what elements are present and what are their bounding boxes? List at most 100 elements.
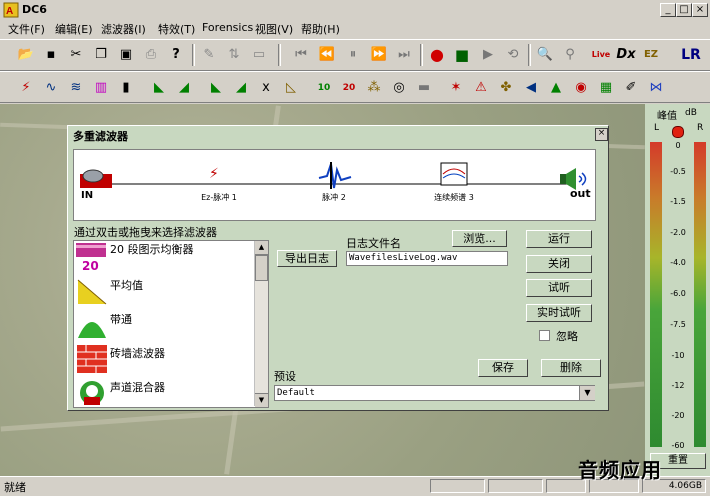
save-button[interactable]: 保存 — [478, 359, 528, 377]
preset-label: 预设 — [274, 370, 296, 383]
preview-button[interactable]: 试听 — [526, 279, 592, 297]
peak-meter-panel: 峰值 dB L R 0 -0.5 -1.5 -2.0 -4.0 -6.0 -7.… — [645, 104, 710, 476]
list-item-label: 砖墙滤波器 — [110, 347, 165, 360]
scroll-down-icon[interactable]: ▼ — [255, 393, 268, 407]
menu-edit[interactable]: 编辑(E) — [55, 21, 93, 37]
record-icon[interactable]: ● — [426, 44, 448, 66]
eq10-label: 10 — [317, 83, 331, 93]
filter20-icon[interactable]: ◀ — [520, 77, 542, 99]
minimize-button[interactable]: _ — [660, 3, 676, 17]
menu-file[interactable]: 文件(F) — [8, 21, 45, 37]
delete-button[interactable]: 删除 — [541, 359, 601, 377]
menu-help[interactable]: 帮助(H) — [301, 21, 340, 37]
filter2-icon[interactable]: ∿ — [40, 77, 62, 99]
preset-select[interactable]: Default ▼ — [274, 385, 595, 401]
multi-filter-dialog: 多重滤波器 × IN ⚡ Ez-脉冲 1 脉冲 2 连续频谱 3 out 通过双… — [67, 125, 609, 411]
close-window-button[interactable]: × — [692, 3, 708, 17]
filter15-icon[interactable]: ◎ — [388, 77, 410, 99]
screen-icon[interactable]: ▭ — [248, 44, 270, 66]
list-item[interactable]: 20 20 段图示均衡器 — [74, 241, 254, 275]
filter5-icon[interactable]: ▮ — [115, 77, 137, 99]
channel-mixer-icon — [80, 381, 104, 405]
zoom-tools-icon[interactable]: ⚲ — [559, 44, 581, 66]
dx-icon[interactable]: Dx — [615, 44, 637, 66]
filter3-icon[interactable]: ≋ — [65, 77, 87, 99]
forward-icon[interactable]: ⏩ — [368, 44, 390, 66]
output-node[interactable]: out — [558, 168, 592, 204]
open-icon[interactable]: 📂 — [15, 44, 37, 66]
menu-view[interactable]: 视图(V) — [255, 21, 293, 37]
play-icon[interactable]: ▶ — [477, 44, 499, 66]
filter25-icon[interactable]: ⋈ — [645, 77, 667, 99]
ignore-checkbox[interactable] — [539, 330, 550, 341]
eq20-icon[interactable]: 20 — [338, 77, 360, 99]
filter24-icon[interactable]: ✐ — [620, 77, 642, 99]
menu-filters[interactable]: 滤波器(I) — [101, 21, 146, 37]
filter23-icon[interactable]: ▦ — [595, 77, 617, 99]
eq10-icon[interactable]: 10 — [313, 77, 335, 99]
chain-filter-2[interactable]: 脉冲 2 — [309, 160, 359, 206]
spectrum-filter-icon — [440, 162, 468, 186]
filter18-icon[interactable]: ⚠ — [470, 77, 492, 99]
copy-icon[interactable]: ❐ — [90, 44, 112, 66]
chain-filter-1[interactable]: ⚡ Ez-脉冲 1 — [189, 166, 249, 206]
export-log-button[interactable]: 导出日志 — [277, 250, 337, 267]
menu-forensics[interactable]: Forensics — [202, 21, 253, 34]
ez-icon[interactable]: EZ — [640, 44, 662, 66]
rewind-icon[interactable]: ⏪ — [316, 44, 338, 66]
zoom-icon[interactable]: 🔍 — [534, 44, 556, 66]
input-node[interactable]: IN — [79, 168, 113, 201]
log-filename-field[interactable]: WavefilesLiveLog.wav — [346, 251, 508, 266]
list-item[interactable]: 声道混合器 — [74, 377, 254, 407]
filter22-icon[interactable]: ◉ — [570, 77, 592, 99]
list-item[interactable]: 砖墙滤波器 — [74, 343, 254, 377]
paste-icon[interactable]: ▣ — [115, 44, 137, 66]
stop-icon[interactable]: ■ — [451, 44, 473, 66]
filter8-icon[interactable]: ◣ — [205, 77, 227, 99]
filter4-icon[interactable]: ▥ — [90, 77, 112, 99]
filter14-icon[interactable]: ⁂ — [363, 77, 385, 99]
list-item[interactable]: 平均值 — [74, 275, 254, 309]
filter11-icon[interactable]: ◺ — [280, 77, 302, 99]
status-text: 就绪 — [4, 481, 26, 494]
filter17-icon[interactable]: ✶ — [445, 77, 467, 99]
filter19-icon[interactable]: ✤ — [495, 77, 517, 99]
brickwall-icon — [77, 345, 107, 373]
run-button[interactable]: 运行 — [526, 230, 592, 248]
filter10-icon[interactable]: x — [255, 77, 277, 99]
print-icon[interactable]: ⎙ — [140, 44, 162, 66]
cut-icon[interactable]: ✂ — [65, 44, 87, 66]
loop-icon[interactable]: ⟲ — [502, 44, 524, 66]
filter6-icon[interactable]: ◣ — [148, 77, 170, 99]
menu-effects[interactable]: 特效(T) — [158, 21, 195, 37]
scroll-up-icon[interactable]: ▲ — [255, 241, 268, 255]
help-icon[interactable]: ? — [165, 44, 187, 66]
filter16-icon[interactable]: ▬ — [413, 77, 435, 99]
lr-icon[interactable]: LR — [680, 44, 702, 66]
filter1-icon[interactable]: ⚡ — [15, 77, 37, 99]
browse-button[interactable]: 浏览... — [452, 230, 507, 247]
live-icon[interactable]: Live — [590, 44, 612, 66]
realtime-preview-button[interactable]: 实时试听 — [526, 304, 592, 322]
maximize-button[interactable]: □ — [676, 3, 692, 17]
filter21-icon[interactable]: ▲ — [545, 77, 567, 99]
dialog-close-button[interactable]: × — [595, 128, 608, 141]
filter7-icon[interactable]: ◢ — [173, 77, 195, 99]
close-button[interactable]: 关闭 — [526, 255, 592, 273]
skip-end-icon[interactable]: ⏭ — [393, 44, 415, 66]
chain-filter-3[interactable]: 连续频谱 3 — [424, 162, 484, 206]
skip-start-icon[interactable]: ⏮ — [290, 44, 312, 66]
pencil-icon[interactable]: ✎ — [198, 44, 220, 66]
chevron-down-icon[interactable]: ▼ — [579, 386, 595, 400]
pulse-filter-icon — [318, 162, 352, 189]
pause-icon[interactable]: ⏸ — [342, 44, 364, 66]
filter9-icon[interactable]: ◢ — [230, 77, 252, 99]
list-item[interactable]: 带通 — [74, 309, 254, 343]
level-icon[interactable]: ⇅ — [223, 44, 245, 66]
output-label: out — [570, 187, 591, 200]
save-icon[interactable]: ▪ — [40, 44, 62, 66]
meter-tick: -60 — [671, 441, 685, 450]
scroll-thumb[interactable] — [255, 255, 268, 281]
list-scrollbar[interactable]: ▲ ▼ — [254, 241, 268, 407]
filter-list[interactable]: 20 20 段图示均衡器 平均值 带通 砖墙滤波器 声道混合器 ▲ ▼ — [73, 240, 269, 408]
